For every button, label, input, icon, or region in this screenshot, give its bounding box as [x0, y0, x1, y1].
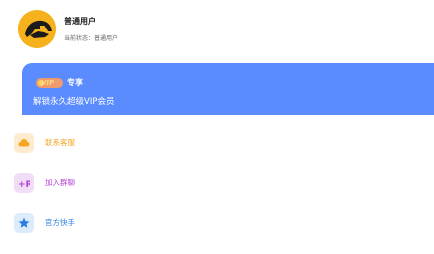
menu-label-join-group: 加入群聊 — [45, 178, 75, 187]
vip-exclusive-label: 专享 — [67, 78, 83, 87]
profile-page: 普通用户 当前状态：普通用户 VIP 专享 解锁永久超级VIP会员 联系客服 +… — [0, 0, 434, 254]
vip-upgrade-card[interactable]: VIP 专享 解锁永久超级VIP会员 — [22, 63, 434, 115]
user-avatar-icon — [18, 10, 56, 48]
menu-item-join-group[interactable]: +R 加入群聊 — [14, 173, 214, 195]
menu-label-contact-support: 联系客服 — [45, 138, 75, 147]
star-icon — [14, 213, 34, 233]
user-status: 当前状态：普通用户 — [64, 33, 118, 42]
menu-item-contact-support[interactable]: 联系客服 — [14, 133, 214, 155]
menu-item-official-kuaishou[interactable]: 官方快手 — [14, 213, 214, 235]
svg-text:+R: +R — [18, 180, 30, 189]
username: 普通用户 — [64, 17, 96, 26]
cloud-icon — [14, 133, 34, 153]
status-label: 当前状态： — [64, 35, 95, 42]
menu-label-official-kuaishou: 官方快手 — [45, 218, 75, 227]
group-chat-icon: +R — [14, 173, 34, 193]
vip-description: 解锁永久超级VIP会员 — [33, 97, 115, 107]
vip-badge-text: VIP — [41, 79, 55, 87]
status-value: 普通用户 — [94, 35, 119, 42]
avatar[interactable] — [18, 10, 56, 48]
vip-badge: VIP — [36, 78, 63, 88]
